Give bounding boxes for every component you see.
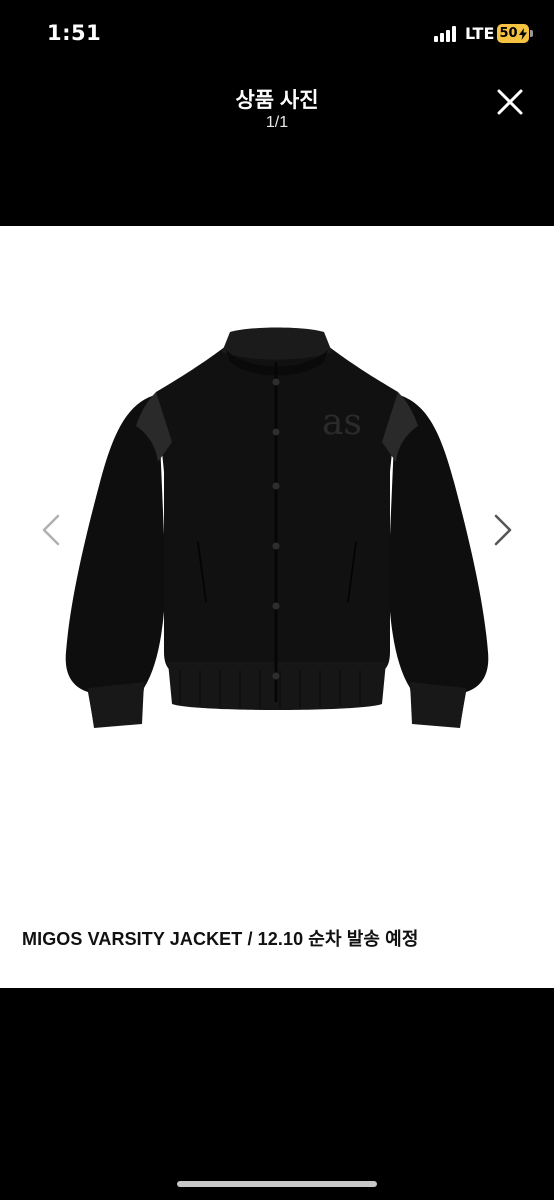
charging-bolt-icon [518, 27, 527, 40]
chevron-right-icon [494, 514, 512, 546]
next-photo-button[interactable] [488, 508, 518, 552]
jacket-logo: as [322, 402, 362, 443]
battery-level: 50 [499, 26, 518, 41]
network-type: LTE [465, 24, 495, 43]
photo-caption: MIGOS VARSITY JACKET / 12.10 순차 발송 예정 [22, 929, 419, 949]
previous-photo-button[interactable] [36, 508, 66, 552]
home-indicator[interactable] [177, 1181, 377, 1187]
page-title: 상품 사진 [235, 89, 319, 112]
status-bar: 1:51 LTE 50 [0, 0, 554, 70]
photo-counter: 1/1 [265, 114, 289, 131]
close-icon [497, 89, 523, 115]
status-time: 1:51 [47, 21, 102, 45]
battery-tip [530, 30, 533, 37]
battery-icon: 50 [497, 24, 529, 43]
photo-viewer[interactable]: as MIGOS VARSITY JACKET / 12.10 순차 발송 예정 [0, 226, 554, 988]
close-button[interactable] [492, 84, 528, 120]
cellular-signal-icon [434, 26, 460, 42]
chevron-left-icon [42, 514, 60, 546]
product-photo: as [65, 327, 489, 728]
